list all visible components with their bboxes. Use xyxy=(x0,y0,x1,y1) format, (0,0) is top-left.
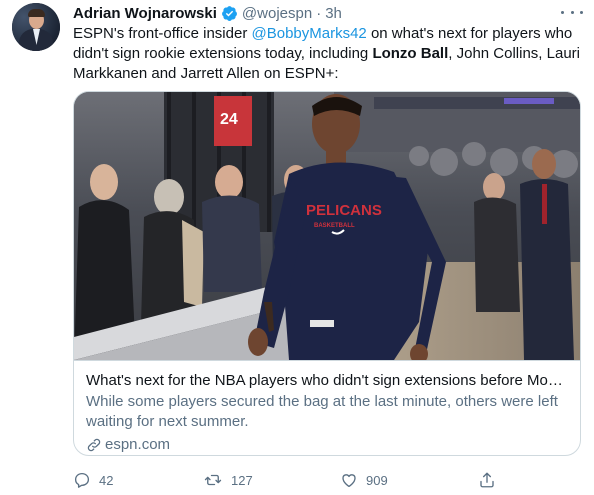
card-domain: espn.com xyxy=(105,436,171,453)
tweet: Adrian Wojnarowski @wojespn · 3h ESPN's … xyxy=(0,0,594,495)
share-icon xyxy=(480,472,494,488)
reply-button[interactable]: 42 xyxy=(73,469,113,491)
bold-name: Lonzo Ball xyxy=(372,45,449,62)
card-description: While some players secured the bag at th… xyxy=(86,393,558,430)
author-name[interactable]: Adrian Wojnarowski xyxy=(73,5,217,22)
author-handle[interactable]: @wojespn xyxy=(242,5,312,22)
card-title: What's next for the NBA players who didn… xyxy=(86,372,568,389)
jersey-number-background: 24 xyxy=(220,111,238,128)
avatar[interactable] xyxy=(12,3,60,51)
tweet-text-part: ESPN's front-office insider xyxy=(73,25,252,42)
link-card[interactable]: 24 PELICANS BASKETBALL What's next for t… xyxy=(73,91,581,456)
verified-icon xyxy=(221,5,237,21)
card-photo[interactable]: 24 PELICANS BASKETBALL xyxy=(74,92,580,360)
card-domain-row: espn.com xyxy=(86,435,568,455)
like-count: 909 xyxy=(366,472,388,488)
reply-count: 42 xyxy=(99,472,114,488)
jersey-text: PELICANS xyxy=(306,202,382,219)
link-icon xyxy=(87,438,101,452)
action-bar: 42 127 909 xyxy=(73,469,523,491)
like-button[interactable]: 909 xyxy=(340,469,388,491)
share-button[interactable] xyxy=(478,469,504,491)
tweet-text: ESPN's front-office insider @BobbyMarks4… xyxy=(73,24,588,84)
retweet-button[interactable]: 127 xyxy=(203,469,253,491)
mention-link[interactable]: @BobbyMarks42 xyxy=(252,25,367,42)
jersey-subtext: BASKETBALL xyxy=(314,223,355,229)
card-info[interactable]: What's next for the NBA players who didn… xyxy=(74,360,580,455)
tweet-time[interactable]: 3h xyxy=(325,5,342,22)
more-icon[interactable] xyxy=(561,4,583,20)
like-icon xyxy=(342,474,356,488)
reply-icon xyxy=(74,472,90,488)
retweet-count: 127 xyxy=(231,472,253,488)
retweet-icon xyxy=(204,474,222,486)
tweet-header: Adrian Wojnarowski @wojespn · 3h xyxy=(73,3,342,23)
separator-dot: · xyxy=(316,4,322,22)
